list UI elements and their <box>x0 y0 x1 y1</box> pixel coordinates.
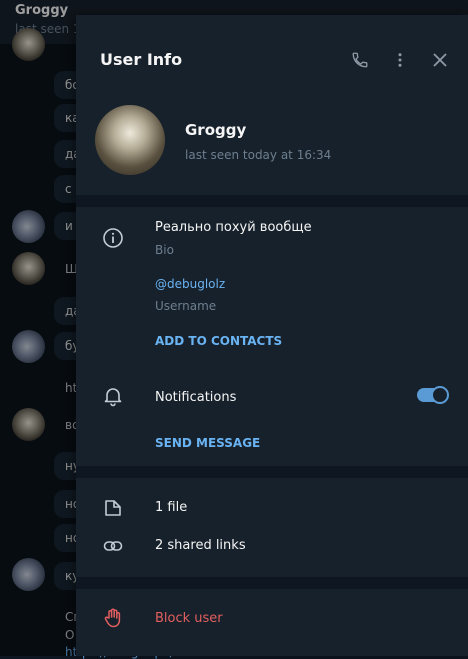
bell-icon <box>102 385 124 407</box>
file-icon <box>102 497 124 519</box>
panel-title: User Info <box>100 50 183 69</box>
section-divider <box>76 195 468 207</box>
info-icon <box>102 227 124 249</box>
toggle-knob <box>431 386 449 404</box>
phone-icon[interactable] <box>348 48 372 72</box>
close-icon[interactable] <box>428 48 452 72</box>
link-icon <box>102 535 124 557</box>
username-label: Username <box>155 299 217 313</box>
more-vertical-icon[interactable] <box>388 48 412 72</box>
notifications-label: Notifications <box>155 390 237 405</box>
bio-text[interactable]: Реально похуй вообще <box>155 220 312 235</box>
block-user-button[interactable]: Block user <box>155 611 223 626</box>
notifications-toggle[interactable] <box>417 386 449 404</box>
shared-links-item[interactable]: 2 shared links <box>155 538 246 553</box>
username-link[interactable]: @debuglolz <box>155 277 225 291</box>
profile-last-seen: last seen today at 16:34 <box>185 148 332 162</box>
profile-photo[interactable] <box>95 105 165 175</box>
bio-label: Bio <box>155 243 174 257</box>
profile-name: Groggy <box>185 121 247 139</box>
section-divider <box>76 466 468 478</box>
add-to-contacts-button[interactable]: ADD TO CONTACTS <box>155 334 282 348</box>
send-message-button[interactable]: SEND MESSAGE <box>155 436 260 450</box>
user-info-panel: User Info Groggy last seen today at 16:3… <box>76 15 468 656</box>
section-divider <box>76 577 468 589</box>
hand-icon <box>102 607 124 629</box>
shared-files-item[interactable]: 1 file <box>155 500 187 515</box>
